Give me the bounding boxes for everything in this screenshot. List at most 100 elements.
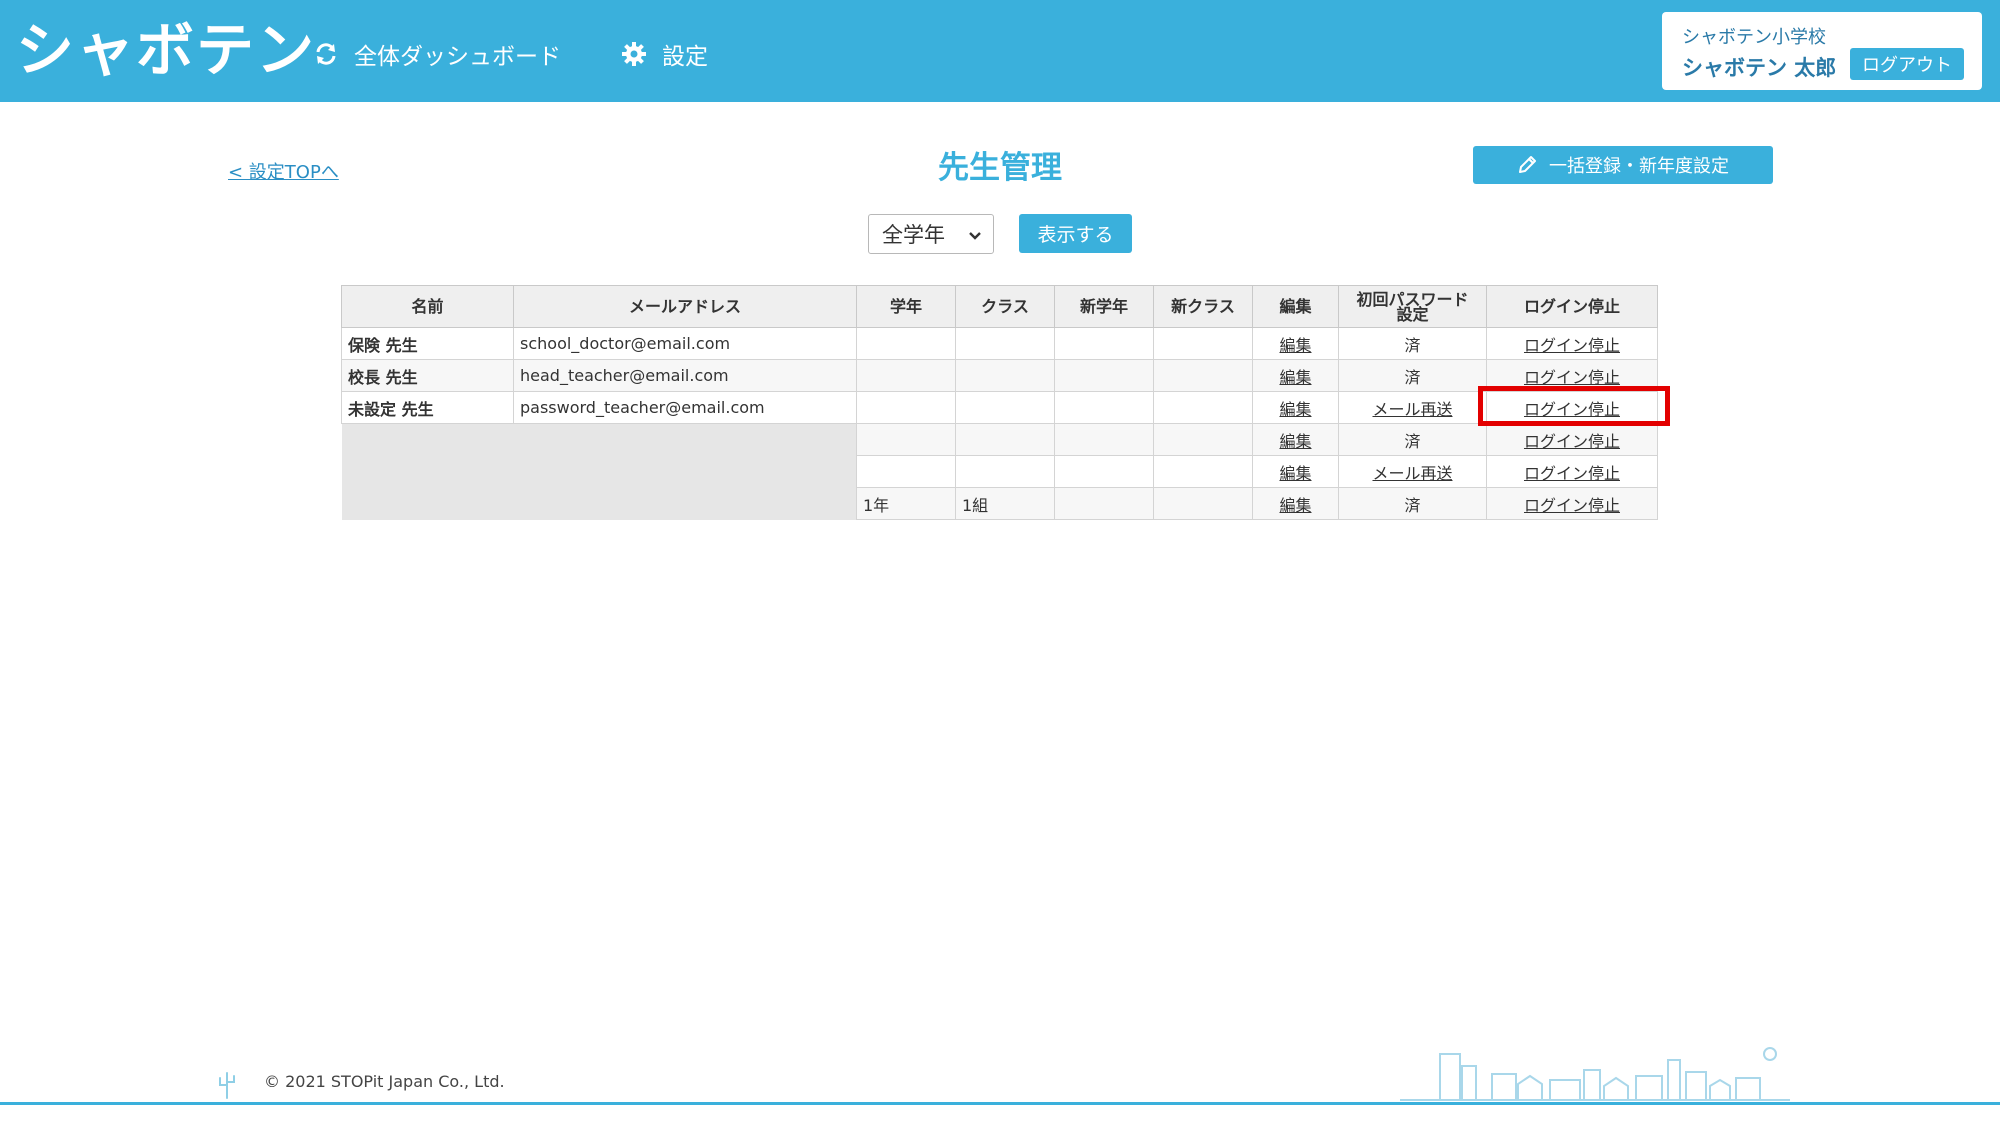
edit-link[interactable]: 編集	[1279, 432, 1311, 451]
footer-line	[0, 1102, 2000, 1105]
cell-grade	[856, 391, 956, 424]
cell-new-class	[1153, 359, 1253, 392]
grade-select[interactable]: 全学年	[868, 214, 994, 254]
cell-name: 校長 先生	[341, 359, 514, 392]
bulk-register-label: 一括登録・新年度設定	[1549, 156, 1729, 177]
header-edit: 編集	[1252, 285, 1339, 328]
edit-link[interactable]: 編集	[1279, 368, 1311, 387]
cell-password-status: 済	[1338, 359, 1487, 392]
edit-link[interactable]: 編集	[1279, 496, 1311, 515]
edit-link[interactable]: 編集	[1279, 464, 1311, 483]
cell-name: 保険 先生	[341, 327, 514, 360]
cactus-icon	[219, 1072, 235, 1099]
cell-grade	[856, 359, 956, 392]
app-logo[interactable]: シャボテン	[16, 10, 316, 90]
cell-class	[955, 455, 1055, 488]
login-stop-link[interactable]: ログイン停止	[1524, 432, 1620, 451]
cell-class: 1組	[955, 487, 1055, 520]
city-skyline-illustration	[1400, 1047, 1790, 1101]
user-panel: シャボテン小学校 シャボテン 太郎 ログアウト	[1662, 12, 1982, 90]
cell-new-grade	[1054, 423, 1154, 456]
teacher-table: 名前 メールアドレス 学年 クラス 新学年 新クラス 編集 初回パスワード 設定…	[341, 285, 1658, 520]
school-name: シャボテン小学校	[1682, 27, 1826, 48]
cell-edit: 編集	[1252, 391, 1339, 424]
cell-grade	[856, 423, 956, 456]
login-stop-link[interactable]: ログイン停止	[1524, 464, 1620, 483]
cell-edit: 編集	[1252, 359, 1339, 392]
nav-dashboard-link[interactable]: 全体ダッシュボード	[312, 34, 561, 74]
login-stop-link[interactable]: ログイン停止	[1524, 496, 1620, 515]
cell-password-status: メール再送	[1338, 391, 1487, 424]
header-initial-password: 初回パスワード 設定	[1338, 285, 1487, 328]
cell-login-stop: ログイン停止	[1486, 327, 1658, 360]
header-grade: 学年	[856, 285, 956, 328]
header-bar: シャボテン 全体ダッシュボード 設定 シャボテン小学校 シャボテン 太郎 ログア…	[0, 0, 2000, 102]
header-pw-line2: 設定	[1396, 304, 1429, 324]
cell-new-class	[1153, 455, 1253, 488]
nav-dashboard-label: 全体ダッシュボード	[354, 44, 561, 70]
cell-new-grade	[1054, 391, 1154, 424]
cell-name: 未設定 先生	[341, 391, 514, 424]
table-header-row: 名前 メールアドレス 学年 クラス 新学年 新クラス 編集 初回パスワード 設定…	[341, 285, 1658, 328]
nav-settings-link[interactable]: 設定	[620, 34, 708, 74]
chevron-down-icon	[969, 232, 981, 240]
cell-login-stop: ログイン停止	[1486, 455, 1658, 488]
show-button[interactable]: 表示する	[1019, 214, 1132, 253]
header-new-grade: 新学年	[1054, 285, 1154, 328]
header-login-stop: ログイン停止	[1486, 285, 1658, 328]
cell-login-stop: ログイン停止	[1486, 487, 1658, 520]
cell-email: head_teacher@email.com	[513, 359, 857, 392]
cell-new-grade	[1054, 327, 1154, 360]
edit-link[interactable]: 編集	[1279, 336, 1311, 355]
cell-class	[955, 423, 1055, 456]
redacted-area	[341, 423, 857, 520]
resend-mail-link[interactable]: メール再送	[1372, 400, 1452, 419]
header-new-class: 新クラス	[1153, 285, 1253, 328]
header-name: 名前	[341, 285, 514, 328]
table-row: 保険 先生 school_doctor@email.com 編集 済 ログイン停…	[341, 327, 1658, 360]
table-row: 編集 済 ログイン停止	[341, 423, 1658, 520]
cell-class	[955, 359, 1055, 392]
cell-password-status: 済	[1338, 327, 1487, 360]
bulk-register-button[interactable]: 一括登録・新年度設定	[1473, 146, 1773, 184]
cell-password-status: 済	[1338, 423, 1487, 456]
nav-settings-label: 設定	[662, 44, 708, 70]
user-name: シャボテン 太郎	[1682, 56, 1837, 80]
cell-grade	[856, 327, 956, 360]
cell-edit: 編集	[1252, 487, 1339, 520]
resend-mail-link[interactable]: メール再送	[1372, 464, 1452, 483]
logout-button[interactable]: ログアウト	[1850, 48, 1964, 80]
edit-link[interactable]: 編集	[1279, 400, 1311, 419]
cell-password-status: 済	[1338, 487, 1487, 520]
cell-class	[955, 391, 1055, 424]
pencil-icon	[1519, 156, 1536, 173]
login-stop-link[interactable]: ログイン停止	[1524, 336, 1620, 355]
login-stop-link[interactable]: ログイン停止	[1524, 368, 1620, 387]
highlight-annotation-box	[1478, 386, 1670, 426]
cell-login-stop: ログイン停止	[1486, 423, 1658, 456]
table-row: 校長 先生 head_teacher@email.com 編集 済 ログイン停止	[341, 359, 1658, 392]
grade-select-value: 全学年	[882, 223, 945, 247]
copyright-text: © 2021 STOPit Japan Co., Ltd.	[264, 1072, 505, 1091]
cell-new-class	[1153, 391, 1253, 424]
cell-grade: 1年	[856, 487, 956, 520]
table-row: 未設定 先生 password_teacher@email.com 編集 メール…	[341, 391, 1658, 424]
cell-new-grade	[1054, 455, 1154, 488]
cell-new-class	[1153, 487, 1253, 520]
cell-edit: 編集	[1252, 423, 1339, 456]
cell-grade	[856, 455, 956, 488]
page: シャボテン 全体ダッシュボード 設定 シャボテン小学校 シャボテン 太郎 ログア…	[0, 0, 2000, 1125]
header-class: クラス	[955, 285, 1055, 328]
cell-edit: 編集	[1252, 327, 1339, 360]
cell-edit: 編集	[1252, 455, 1339, 488]
cell-new-class	[1153, 327, 1253, 360]
cell-password-status: メール再送	[1338, 455, 1487, 488]
refresh-icon	[312, 40, 340, 68]
cell-email: school_doctor@email.com	[513, 327, 857, 360]
cell-new-class	[1153, 423, 1253, 456]
cell-class	[955, 327, 1055, 360]
header-email: メールアドレス	[513, 285, 857, 328]
cell-new-grade	[1054, 487, 1154, 520]
cell-email: password_teacher@email.com	[513, 391, 857, 424]
cell-new-grade	[1054, 359, 1154, 392]
